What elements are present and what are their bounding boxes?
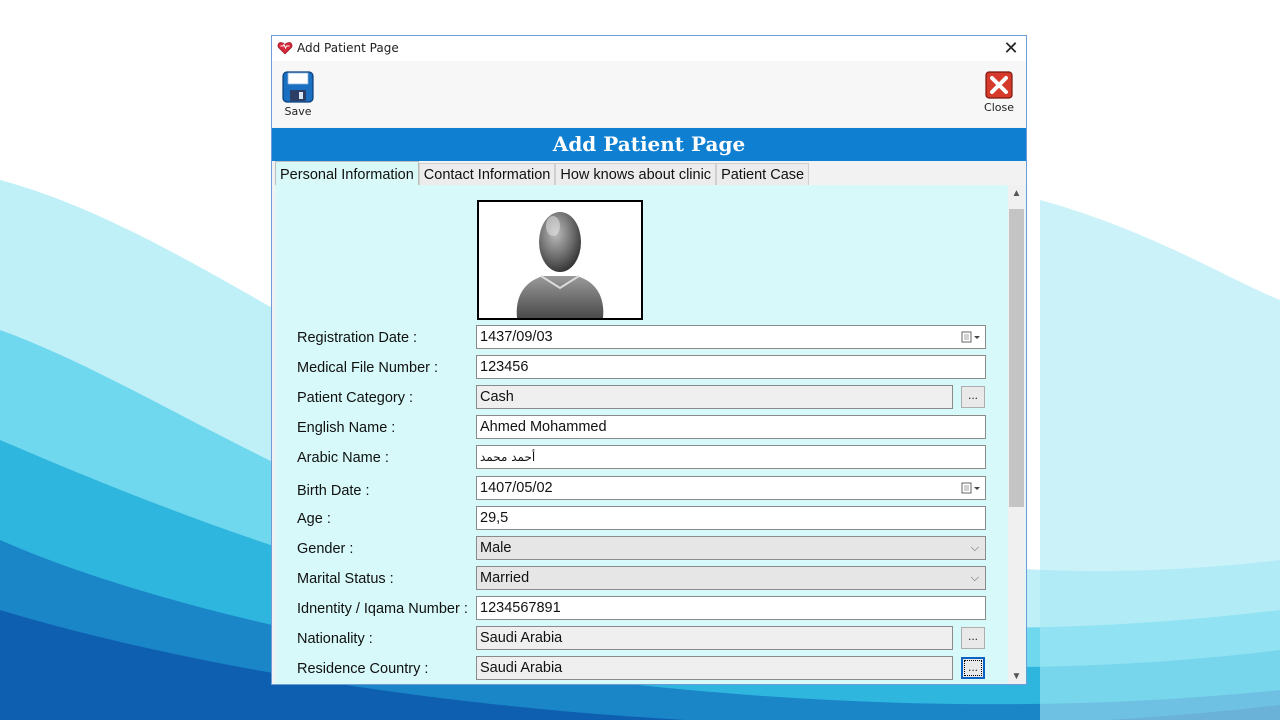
form-area: Registration Date : 1437/09/03 Medical F… xyxy=(277,185,1007,684)
identity-number-row: Idnentity / Iqama Number : 1234567891 xyxy=(277,596,1007,622)
identity-number-input[interactable]: 1234567891 xyxy=(476,596,986,620)
close-label: Close xyxy=(984,101,1014,114)
scrollbar-thumb[interactable] xyxy=(1009,209,1024,507)
medical-file-number-row: Medical File Number : 123456 xyxy=(277,355,1007,381)
identity-number-label: Idnentity / Iqama Number : xyxy=(297,601,468,617)
medical-file-number-input[interactable]: 123456 xyxy=(476,355,986,379)
birth-date-value: 1407/05/02 xyxy=(480,480,553,496)
scroll-up-arrow-icon[interactable]: ▲ xyxy=(1008,185,1025,202)
close-button[interactable]: Close xyxy=(979,71,1019,114)
window-close-button[interactable]: ✕ xyxy=(996,36,1026,61)
birth-date-row: Birth Date : 1407/05/02 xyxy=(277,476,1007,502)
age-row: Age : 29,5 xyxy=(277,506,1007,532)
tab-contact-information[interactable]: Contact Information xyxy=(418,163,556,186)
tab-strip: Personal Information Contact Information… xyxy=(275,161,810,188)
calendar-dropdown-icon[interactable] xyxy=(961,330,981,348)
marital-status-select[interactable]: Married ⌵ xyxy=(476,566,986,590)
arabic-name-row: Arabic Name : أحمد محمد xyxy=(277,445,1007,471)
tab-how-knows-about-clinic[interactable]: How knows about clinic xyxy=(555,163,717,186)
residence-country-browse-button[interactable]: ... xyxy=(961,657,985,679)
registration-date-value: 1437/09/03 xyxy=(480,329,553,345)
medical-file-number-label: Medical File Number : xyxy=(297,360,439,376)
residence-country-row: Residence Country : Saudi Arabia ... xyxy=(277,656,1007,682)
arabic-name-label: Arabic Name : xyxy=(297,450,389,466)
gender-row: Gender : Male ⌵ xyxy=(277,536,1007,562)
marital-status-label: Marital Status : xyxy=(297,571,394,587)
age-input[interactable]: 29,5 xyxy=(476,506,986,530)
patient-category-label: Patient Category : xyxy=(297,390,414,406)
scroll-down-arrow-icon[interactable]: ▼ xyxy=(1008,668,1025,684)
toolbar: Save Close xyxy=(272,61,1026,127)
patient-category-browse-button[interactable]: ... xyxy=(961,386,985,408)
window-title: Add Patient Page xyxy=(297,41,399,55)
english-name-label: English Name : xyxy=(297,420,396,436)
tab-patient-case[interactable]: Patient Case xyxy=(716,163,810,186)
birth-date-label: Birth Date : xyxy=(297,483,370,499)
title-bar: Add Patient Page ✕ xyxy=(272,36,1026,61)
tab-personal-information[interactable]: Personal Information xyxy=(275,161,419,188)
chevron-down-icon: ⌵ xyxy=(970,572,979,584)
english-name-row: English Name : Ahmed Mohammed xyxy=(277,415,1007,441)
residence-country-label: Residence Country : xyxy=(297,661,429,677)
nationality-label: Nationality : xyxy=(297,631,373,647)
registration-date-label: Registration Date : xyxy=(297,330,418,346)
marital-status-value: Married xyxy=(480,570,530,586)
registration-date-row: Registration Date : 1437/09/03 xyxy=(277,325,1007,351)
chevron-down-icon: ⌵ xyxy=(970,542,979,554)
nationality-row: Nationality : Saudi Arabia ... xyxy=(277,626,1007,652)
english-name-input[interactable]: Ahmed Mohammed xyxy=(476,415,986,439)
heart-icon xyxy=(277,40,293,56)
registration-date-picker[interactable]: 1437/09/03 xyxy=(476,325,986,349)
patient-category-row: Patient Category : Cash ... xyxy=(277,385,1007,411)
patient-photo[interactable] xyxy=(477,200,643,320)
save-label: Save xyxy=(284,105,312,118)
gender-label: Gender : xyxy=(297,541,354,557)
nationality-field: Saudi Arabia xyxy=(476,626,953,650)
marital-status-row: Marital Status : Married ⌵ xyxy=(277,566,1007,592)
gender-select[interactable]: Male ⌵ xyxy=(476,536,986,560)
gender-value: Male xyxy=(480,540,512,556)
birth-date-picker[interactable]: 1407/05/02 xyxy=(476,476,986,500)
user-silhouette-icon xyxy=(479,212,641,322)
red-x-icon xyxy=(979,71,1019,99)
page-header: Add Patient Page xyxy=(272,128,1026,161)
vertical-scrollbar[interactable]: ▲ ▼ xyxy=(1008,185,1025,684)
arabic-name-input[interactable]: أحمد محمد xyxy=(476,445,986,469)
calendar-dropdown-icon[interactable] xyxy=(961,481,981,499)
floppy-disk-icon xyxy=(278,71,318,103)
patient-category-field: Cash xyxy=(476,385,953,409)
residence-country-field: Saudi Arabia xyxy=(476,656,953,680)
add-patient-window: Add Patient Page ✕ Save Close Add Patien… xyxy=(271,35,1027,685)
nationality-browse-button[interactable]: ... xyxy=(961,627,985,649)
personal-information-panel: Registration Date : 1437/09/03 Medical F… xyxy=(275,185,1026,684)
save-button[interactable]: Save xyxy=(278,71,318,118)
age-label: Age : xyxy=(297,511,331,527)
